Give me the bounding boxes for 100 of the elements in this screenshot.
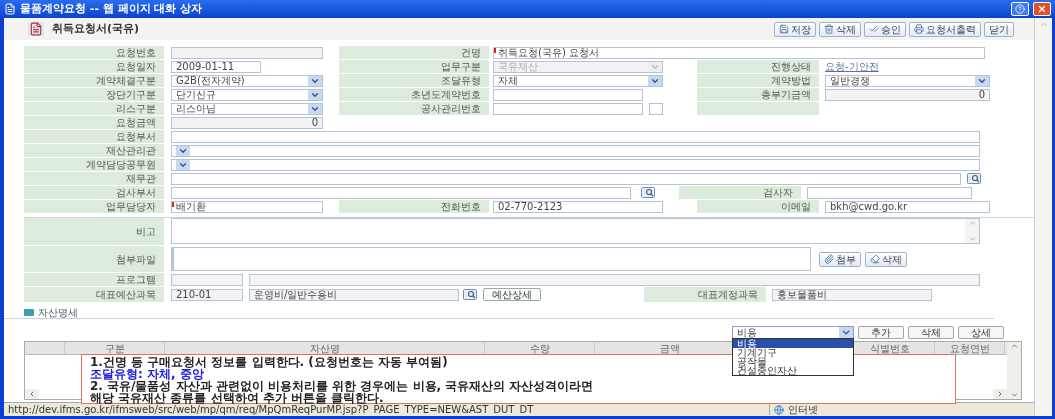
text-field[interactable]	[171, 46, 323, 59]
dropdown[interactable]: 단기신규	[171, 88, 323, 101]
close-button[interactable]	[1033, 2, 1051, 16]
text-field[interactable]: 0	[171, 116, 323, 129]
text-field[interactable]	[171, 186, 631, 199]
toolbar-button[interactable]: 닫기	[984, 21, 1014, 37]
dropdown[interactable]	[171, 144, 980, 157]
field-label: 건명	[461, 47, 481, 58]
attach-icon	[824, 254, 834, 264]
help-button[interactable]	[1011, 2, 1029, 16]
attachment-list[interactable]	[171, 247, 811, 271]
column-header: 식별번호	[870, 342, 910, 354]
instruction-text: 해당 국유재산 종류를 선택하여 추가 버튼을 클릭한다.	[90, 392, 384, 404]
column-header: 자산명	[309, 342, 340, 354]
chevron-down-icon	[308, 75, 322, 86]
chevron-up-icon	[1038, 20, 1049, 29]
text-field[interactable]: 2009-01-11	[171, 60, 261, 73]
chevron-down-icon	[648, 75, 662, 86]
text-field[interactable]: 210-01	[171, 288, 243, 301]
field-label: 비고	[136, 226, 156, 237]
text-field[interactable]	[649, 102, 663, 115]
field-label: 공사관리번호	[421, 103, 481, 114]
toolbar-button[interactable]: 첨부	[819, 251, 861, 267]
field-label: 계약체결구분	[96, 75, 156, 86]
asset-action-button[interactable]: 상세	[958, 325, 1004, 339]
text-field[interactable]: 홍보물품비	[772, 288, 932, 301]
field-label: 장단기구분	[106, 89, 156, 100]
dropdown-option[interactable]: 건설중인자산	[733, 366, 853, 375]
field-label: 계약담당공무원	[86, 159, 156, 170]
remove-icon	[870, 254, 880, 264]
field-label: 전화번호	[441, 201, 481, 212]
field-label: 계약방법	[771, 75, 811, 86]
window-title: 물품계약요청 -- 웹 페이지 대화 상자	[20, 3, 203, 15]
scrollbar[interactable]	[1007, 342, 1021, 399]
text-field[interactable]	[807, 186, 972, 199]
toolbar-button[interactable]: 승인	[864, 21, 906, 37]
toolbar-button[interactable]: 저장	[774, 21, 816, 37]
field-label: 업무담당자	[106, 201, 156, 212]
chevron-up-icon	[1009, 342, 1019, 350]
text-field[interactable]: bkh@cwd.go.kr	[825, 200, 990, 213]
field-label: 요청부서	[116, 131, 156, 142]
save-icon	[779, 24, 789, 34]
field-label: 대표예산과목	[96, 289, 156, 300]
text-field[interactable]: 02-770-2123	[493, 200, 663, 213]
dropdown-option[interactable]: 공작물	[733, 357, 853, 366]
budget-detail-button[interactable]: 예산상세	[483, 288, 541, 301]
dropdown[interactable]: G2B(전자계약)	[171, 74, 323, 87]
text-field[interactable]	[171, 130, 980, 143]
instruction-text: 조달유형: 자체, 중앙	[90, 368, 204, 380]
dropdown-option[interactable]: 기계기구	[733, 348, 853, 357]
toolbar-button[interactable]: 삭제	[819, 21, 861, 37]
scrollbar[interactable]	[1034, 18, 1052, 416]
status-url: http://dev.ifms.go.kr/ifmsweb/src/web/mp/qm/req/MpQmReqPurMP.jsp?P_PAGE_TYPE=NEW&AST_DUT_DT	[7, 404, 535, 415]
asset-type-dropdown[interactable]: 비용	[732, 325, 854, 339]
text-field[interactable]	[171, 172, 961, 185]
search-icon[interactable]	[967, 173, 981, 184]
remarks-textarea[interactable]	[171, 218, 980, 244]
text-field[interactable]: 배기환	[171, 200, 323, 213]
search-icon[interactable]	[641, 187, 655, 198]
text-field[interactable]	[249, 273, 980, 286]
search-icon[interactable]	[463, 289, 477, 300]
text-field[interactable]: 운영비/일반수용비	[249, 288, 459, 301]
status-link[interactable]: 요청-기안전	[825, 61, 879, 72]
field-label: 대표계정과목	[698, 289, 758, 300]
asset-action-button[interactable]: 추가	[858, 325, 904, 339]
field-label: 조달유형	[441, 75, 481, 86]
text-field[interactable]: 0	[825, 88, 990, 101]
chevron-right-icon	[996, 390, 1004, 398]
text-field[interactable]	[171, 273, 243, 286]
window-icon	[4, 3, 16, 15]
dropdown[interactable]: 리스아님	[171, 102, 323, 115]
chevron-down-icon	[975, 75, 989, 86]
field-label: 총부기금액	[761, 89, 811, 100]
field-label: 첨부파일	[116, 253, 156, 265]
text-field[interactable]	[493, 102, 643, 115]
chevron-left-icon	[28, 390, 36, 398]
section-title: 자산명세	[38, 306, 78, 318]
zone-label: 인터넷	[788, 404, 818, 415]
scroll-right-button[interactable]	[993, 389, 1007, 399]
field-label: 요청금액	[116, 117, 156, 128]
text-field[interactable]: 취득요청(국유) 요청서	[493, 46, 985, 59]
dropdown[interactable]: 자체	[493, 74, 663, 87]
dropdown[interactable]: 일반경쟁	[825, 74, 990, 87]
help-icon	[1015, 4, 1025, 14]
toolbar-button[interactable]: 삭제	[865, 251, 907, 267]
section-bullet-icon	[24, 308, 34, 316]
chevron-up-icon	[967, 219, 977, 227]
asset-action-button[interactable]: 삭제	[908, 325, 954, 339]
field-label: 검사자	[763, 187, 793, 198]
toolbar-button[interactable]: 요청서출력	[909, 21, 981, 37]
field-label: 재산관리관	[106, 145, 156, 156]
dropdown-option[interactable]: 비용	[733, 339, 853, 348]
delete-icon	[824, 24, 834, 34]
scrollbar[interactable]	[965, 219, 979, 243]
print-icon	[914, 24, 924, 34]
chevron-down-icon	[967, 235, 977, 243]
chevron-down-icon	[839, 326, 853, 338]
scroll-left-button[interactable]	[25, 389, 39, 399]
text-field[interactable]	[493, 88, 643, 101]
field-label: 요청일자	[116, 61, 156, 72]
